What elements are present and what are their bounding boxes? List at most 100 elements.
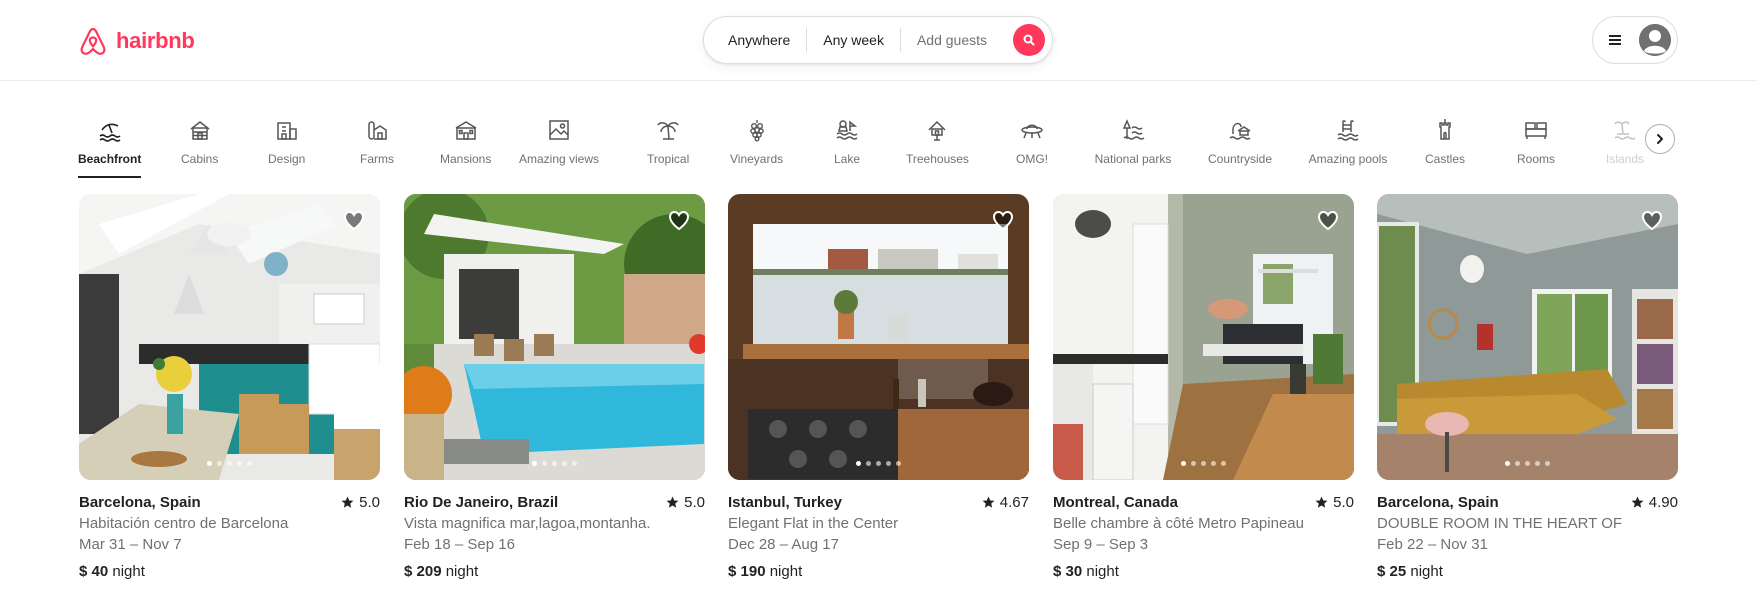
star-icon: [1631, 496, 1644, 508]
listing-card[interactable]: Rio De Janeiro, Brazil 5.0 Vista magnifi…: [404, 194, 705, 582]
category-countryside[interactable]: Countryside: [1204, 112, 1276, 178]
category-lake[interactable]: Lake: [834, 112, 860, 178]
listing-dates: Feb 22 – Nov 31: [1377, 536, 1488, 553]
logo[interactable]: hairbnb: [78, 24, 195, 58]
listing-rating: 4.90: [1631, 492, 1678, 513]
listing-photo[interactable]: [404, 194, 705, 480]
star-icon: [982, 496, 995, 508]
rating-value: 5.0: [1333, 494, 1354, 511]
listing-price: $ 25 night: [1377, 561, 1678, 582]
airbnb-logo-icon: [80, 27, 106, 55]
amazing-views-icon: [549, 120, 569, 140]
price-unit: night: [769, 563, 803, 580]
category-label: Islands: [1606, 152, 1645, 166]
palm-tree-icon: [657, 122, 679, 140]
user-menu-button[interactable]: [1592, 16, 1678, 64]
listing-title: Vista magnifica mar,lagoa,montanha.: [404, 515, 651, 532]
listing-rating: 4.67: [982, 492, 1029, 513]
category-cabins[interactable]: Cabins: [181, 112, 218, 178]
category-design[interactable]: Design: [268, 112, 305, 178]
pool-icon: [1337, 120, 1359, 141]
lake-icon: [836, 120, 858, 140]
star-icon: [1315, 496, 1328, 508]
heart-icon[interactable]: [667, 208, 691, 232]
island-icon: [1614, 121, 1636, 140]
rating-value: 4.90: [1648, 494, 1678, 511]
treehouse-icon: [928, 120, 946, 141]
category-amazing-views[interactable]: Amazing views: [494, 112, 624, 178]
search-guests[interactable]: Add guests: [901, 32, 1003, 48]
listing-price: $ 30 night: [1053, 561, 1354, 582]
apartment-photo: [1053, 194, 1354, 480]
category-farms[interactable]: Farms: [360, 112, 394, 178]
category-label: Treehouses: [906, 152, 969, 166]
category-beachfront[interactable]: Beachfront: [78, 112, 142, 178]
ufo-icon: [1021, 124, 1043, 139]
grapes-icon: [749, 120, 764, 142]
category-vineyards[interactable]: Vineyards: [730, 112, 783, 178]
listing-location: Montreal, Canada: [1053, 494, 1179, 511]
price-amount: $ 209: [404, 563, 442, 580]
category-label: Amazing pools: [1308, 152, 1388, 166]
heart-icon[interactable]: [342, 208, 366, 232]
category-tropical[interactable]: Tropical: [647, 112, 689, 178]
listing-photo[interactable]: [1377, 194, 1678, 480]
rating-value: 5.0: [359, 494, 380, 511]
category-islands[interactable]: Islands: [1606, 112, 1644, 178]
listing-location: Barcelona, Spain: [79, 494, 201, 511]
listing-card[interactable]: Montreal, Canada 5.0 Belle chambre à côt…: [1053, 194, 1354, 582]
listing-location: Rio De Janeiro, Brazil: [404, 494, 559, 511]
category-label: Farms: [360, 152, 394, 166]
national-park-icon: [1122, 119, 1145, 140]
listing-title: Belle chambre à côté Metro Papineau: [1053, 515, 1304, 532]
user-avatar-icon: [1639, 24, 1671, 56]
price-unit: night: [445, 563, 479, 580]
category-national-parks[interactable]: National parks: [1091, 112, 1175, 178]
category-label: Castles: [1425, 152, 1466, 166]
listing-card[interactable]: Barcelona, Spain 4.90 DOUBLE ROOM IN THE…: [1377, 194, 1678, 582]
heart-icon[interactable]: [1316, 208, 1340, 232]
countryside-icon: [1229, 122, 1251, 140]
category-label: Amazing views: [518, 152, 600, 166]
listing-photo[interactable]: [728, 194, 1029, 480]
photo-carousel-dots: [1377, 461, 1678, 466]
heart-icon[interactable]: [1640, 208, 1664, 232]
price-amount: $ 190: [728, 563, 766, 580]
category-omg[interactable]: OMG!: [1016, 112, 1048, 178]
price-unit: night: [112, 563, 145, 580]
category-label: National parks: [1094, 152, 1172, 166]
category-treehouses[interactable]: Treehouses: [906, 112, 969, 178]
photo-carousel-dots: [404, 461, 705, 466]
categories-next-button[interactable]: [1645, 124, 1675, 154]
category-rooms[interactable]: Rooms: [1517, 112, 1555, 178]
mansion-icon: [455, 121, 477, 140]
rating-value: 5.0: [684, 494, 705, 511]
listing-photo[interactable]: [79, 194, 380, 480]
search-location[interactable]: Anywhere: [704, 32, 806, 48]
cabin-icon: [190, 121, 210, 140]
listing-dates: Dec 28 – Aug 17: [728, 536, 839, 553]
heart-icon[interactable]: [991, 208, 1015, 232]
hamburger-menu-icon: [1609, 35, 1621, 45]
photo-carousel-dots: [1053, 461, 1354, 466]
listing-rating: 5.0: [341, 492, 380, 513]
search-button[interactable]: [1013, 24, 1045, 56]
beachfront-icon: [99, 123, 121, 142]
category-label: Lake: [834, 152, 861, 166]
listing-card[interactable]: Barcelona, Spain 5.0 Habitación centro d…: [79, 194, 380, 582]
listing-price: $ 190 night: [728, 561, 1029, 582]
category-castles[interactable]: Castles: [1425, 112, 1465, 178]
listing-card[interactable]: Istanbul, Turkey 4.67 Elegant Flat in th…: [728, 194, 1029, 582]
photo-carousel-dots: [728, 461, 1029, 466]
category-label: Beachfront: [78, 152, 142, 166]
category-label: Design: [268, 152, 306, 166]
search-dates[interactable]: Any week: [807, 32, 900, 48]
category-mansions[interactable]: Mansions: [440, 112, 491, 178]
listing-rating: 5.0: [666, 492, 705, 513]
pool-patio-photo: [404, 194, 705, 480]
listing-photo[interactable]: [1053, 194, 1354, 480]
listing-dates: Mar 31 – Nov 7: [79, 536, 182, 553]
search-bar[interactable]: Anywhere Any week Add guests: [703, 16, 1053, 64]
listing-rating: 5.0: [1315, 492, 1354, 513]
category-amazing-pools[interactable]: Amazing pools: [1306, 112, 1390, 178]
